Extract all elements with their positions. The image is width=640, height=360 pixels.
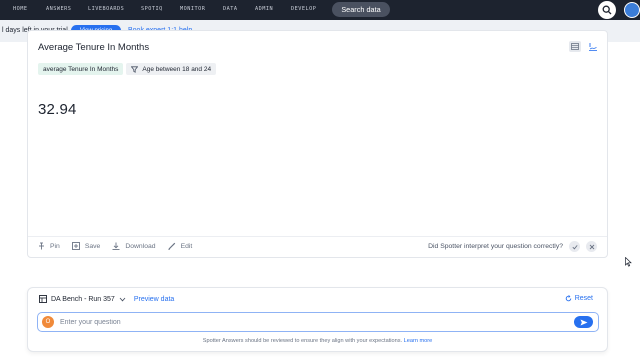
question-box: O [37, 312, 599, 332]
visualization-toggle [569, 41, 597, 52]
spotter-panel: DA Bench - Run 357 Preview data Reset O … [27, 287, 608, 352]
nav-item-data[interactable]: DATA [223, 6, 238, 12]
nav-item-liveboards[interactable]: LIVEBOARDS [88, 6, 124, 12]
pencil-icon [167, 242, 175, 250]
download-label: Download [125, 242, 156, 250]
chart-view-button[interactable] [588, 41, 597, 52]
table-icon [571, 43, 579, 50]
answer-actions: Pin Save Download Edit [38, 242, 204, 250]
nav-item-answers[interactable]: ANSWERS [46, 6, 71, 12]
preview-data-link[interactable]: Preview data [134, 296, 174, 303]
chevron-down-icon[interactable] [119, 297, 126, 302]
datasource-selector[interactable]: DA Bench - Run 357 [51, 296, 115, 303]
feedback-no-button[interactable] [586, 241, 597, 252]
nav-item-home[interactable]: HOME [13, 6, 28, 12]
answer-card: Average Tenure In Months average Tenure … [27, 30, 608, 258]
nav-item-develop[interactable]: DEVELOP [291, 6, 316, 12]
measure-chip[interactable]: average Tenure In Months [38, 63, 124, 75]
interpretation-feedback: Did Spotter interpret your question corr… [428, 241, 597, 252]
download-button[interactable]: Download [112, 242, 156, 250]
kpi-value: 32.94 [38, 101, 77, 118]
top-navigation-bar: HOME ANSWERS LIVEBOARDS SPOTIQ MONITOR D… [0, 0, 640, 20]
global-search-button[interactable] [598, 1, 616, 19]
pin-label: Pin [50, 242, 60, 250]
pin-icon [39, 242, 44, 250]
feedback-yes-button[interactable] [569, 241, 580, 252]
search-data-button[interactable]: Search data [332, 2, 390, 17]
edit-label: Edit [180, 242, 193, 250]
answer-title: Average Tenure In Months [38, 42, 150, 53]
disclaimer-text: Spotter Answers should be reviewed to en… [202, 338, 403, 344]
send-icon [580, 319, 587, 325]
mouse-cursor-icon [625, 257, 632, 267]
table-view-button[interactable] [569, 41, 581, 52]
nav-item-spotiq[interactable]: SPOTIQ [141, 6, 163, 12]
reset-icon [565, 295, 571, 302]
filter-chip[interactable]: Age between 18 and 24 [126, 63, 217, 75]
card-divider [28, 236, 607, 237]
pin-button[interactable]: Pin [38, 242, 60, 250]
reset-button[interactable]: Reset [565, 295, 593, 302]
save-button[interactable]: Save [71, 242, 101, 250]
user-avatar[interactable] [624, 2, 640, 18]
send-button[interactable] [574, 316, 593, 328]
kpi-chart-icon [588, 42, 597, 51]
feedback-question: Did Spotter interpret your question corr… [428, 243, 563, 250]
learn-more-link[interactable]: Learn more [404, 338, 433, 344]
download-icon [112, 242, 120, 250]
spotter-disclaimer: Spotter Answers should be reviewed to en… [28, 338, 607, 344]
query-chips: average Tenure In Months Age between 18 … [38, 63, 217, 75]
check-icon [571, 244, 578, 249]
datasource-icon [39, 295, 47, 303]
user-avatar-small: O [42, 316, 54, 328]
reset-label: Reset [574, 295, 593, 302]
close-icon [589, 244, 594, 249]
nav-item-monitor[interactable]: MONITOR [180, 6, 205, 12]
save-label: Save [84, 242, 101, 250]
question-input[interactable] [60, 315, 540, 329]
datasource-row: DA Bench - Run 357 Preview data [39, 295, 174, 303]
edit-button[interactable]: Edit [167, 242, 193, 250]
nav-item-admin[interactable]: ADMIN [255, 6, 273, 12]
filter-chip-label: Age between 18 and 24 [142, 65, 212, 73]
search-icon [602, 5, 612, 15]
save-icon [71, 242, 80, 250]
filter-icon [131, 65, 139, 73]
